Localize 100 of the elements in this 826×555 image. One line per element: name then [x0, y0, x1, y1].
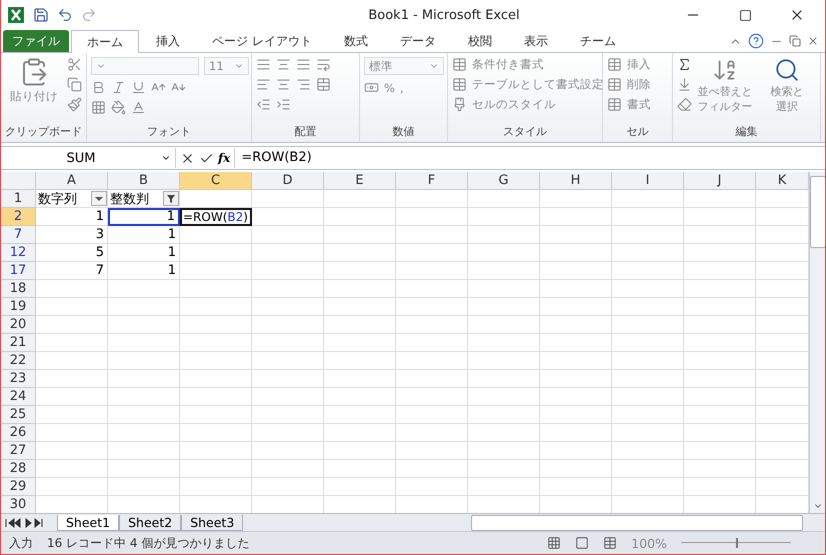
- align-middle-icon[interactable]: [276, 57, 291, 72]
- brush-icon[interactable]: [67, 97, 82, 112]
- ribbon-tab[interactable]: ホーム: [71, 30, 139, 53]
- empty-cell: [468, 244, 540, 262]
- row-header[interactable]: 2: [1, 208, 36, 226]
- empty-cell: [180, 334, 252, 352]
- sheet-tab[interactable]: Sheet3: [181, 514, 244, 530]
- maximize-icon[interactable]: [738, 8, 752, 22]
- table-icon[interactable]: [607, 57, 622, 72]
- name-box[interactable]: SUM: [1, 148, 176, 168]
- align-bottom-icon[interactable]: [296, 57, 311, 72]
- brush-icon[interactable]: [452, 97, 467, 112]
- column-header[interactable]: J: [684, 172, 756, 190]
- normal-view-icon[interactable]: [547, 536, 562, 550]
- row-header[interactable]: 25: [1, 406, 36, 424]
- eraser-icon[interactable]: [677, 97, 692, 112]
- row-header[interactable]: 7: [1, 226, 36, 244]
- column-header[interactable]: E: [324, 172, 396, 190]
- table-icon[interactable]: [607, 77, 622, 92]
- merge-icon[interactable]: [316, 77, 331, 92]
- scroll-thumb[interactable]: [810, 176, 825, 248]
- filter-button[interactable]: [91, 191, 107, 206]
- row-header[interactable]: 27: [1, 442, 36, 460]
- column-header[interactable]: F: [396, 172, 468, 190]
- search-icon[interactable]: [774, 57, 800, 83]
- border-icon[interactable]: [91, 100, 106, 115]
- vertical-scrollbar[interactable]: [809, 172, 825, 513]
- empty-cell: [324, 352, 396, 370]
- column-header[interactable]: B: [108, 172, 180, 190]
- empty-cell: [468, 406, 540, 424]
- help-icon[interactable]: [748, 33, 764, 49]
- empty-cell: [252, 388, 324, 406]
- row-header[interactable]: 18: [1, 280, 36, 298]
- ribbon-tab[interactable]: 校閲: [452, 30, 507, 52]
- close-icon[interactable]: [807, 35, 819, 47]
- align-right-icon[interactable]: [296, 77, 311, 92]
- ribbon-tab[interactable]: ファイル: [3, 30, 69, 52]
- align-top-icon[interactable]: [256, 57, 271, 72]
- row-header[interactable]: 22: [1, 352, 36, 370]
- ribbon-tab[interactable]: ページ レイアウト: [197, 30, 327, 52]
- align-center-icon[interactable]: [276, 77, 291, 92]
- row-header[interactable]: 30: [1, 496, 36, 514]
- empty-cell: [396, 208, 468, 226]
- formula-field[interactable]: =ROW(B2): [234, 148, 825, 168]
- horizontal-scrollbar[interactable]: [471, 514, 803, 530]
- empty-cell: [108, 352, 180, 370]
- column-header[interactable]: G: [468, 172, 540, 190]
- save-icon[interactable]: [33, 7, 49, 23]
- undo-icon[interactable]: [57, 7, 73, 23]
- row-header[interactable]: 19: [1, 298, 36, 316]
- table-icon[interactable]: [452, 77, 467, 92]
- column-header[interactable]: C: [180, 172, 252, 190]
- underline-icon[interactable]: [131, 80, 146, 95]
- empty-cell: [468, 190, 540, 208]
- sheet-tab[interactable]: Sheet2: [119, 514, 182, 530]
- fill-color-icon[interactable]: [111, 100, 126, 115]
- row-header[interactable]: 1: [1, 190, 36, 208]
- font-name-field[interactable]: [91, 57, 199, 75]
- page-layout-icon[interactable]: [575, 536, 590, 550]
- row-header[interactable]: 20: [1, 316, 36, 334]
- row-header[interactable]: 21: [1, 334, 36, 352]
- scissors-icon[interactable]: [67, 57, 82, 72]
- fill-down-icon[interactable]: [677, 77, 692, 92]
- italic-icon[interactable]: [111, 80, 126, 95]
- editing-cell[interactable]: =ROW(B2): [180, 208, 252, 226]
- row-header[interactable]: 26: [1, 424, 36, 442]
- filter-button[interactable]: [163, 191, 179, 206]
- row-header[interactable]: 12: [1, 244, 36, 262]
- table-icon[interactable]: [452, 57, 467, 72]
- indent-icon[interactable]: [276, 97, 291, 112]
- row-header[interactable]: 23: [1, 370, 36, 388]
- empty-cell: [468, 388, 540, 406]
- table-icon[interactable]: [607, 97, 622, 112]
- row-header[interactable]: 29: [1, 478, 36, 496]
- outdent-icon[interactable]: [256, 97, 271, 112]
- wrap-text-icon[interactable]: [316, 57, 331, 72]
- ribbon-tab[interactable]: 挿入: [141, 30, 195, 52]
- ribbon-tab[interactable]: データ: [384, 30, 451, 52]
- row-header[interactable]: 24: [1, 388, 36, 406]
- column-header[interactable]: K: [756, 172, 809, 190]
- ribbon-tab[interactable]: 数式: [328, 30, 383, 52]
- sheet-tab[interactable]: Sheet1: [57, 514, 120, 530]
- column-header[interactable]: D: [252, 172, 324, 190]
- ribbon-tab[interactable]: チーム: [564, 30, 631, 52]
- column-header[interactable]: H: [540, 172, 612, 190]
- empty-cell: [612, 388, 684, 406]
- row-header[interactable]: 28: [1, 460, 36, 478]
- page-break-icon[interactable]: [603, 536, 618, 550]
- ribbon-tab[interactable]: 表示: [508, 30, 563, 52]
- insert-function-button[interactable]: fx: [214, 151, 234, 165]
- align-left-icon[interactable]: [256, 77, 271, 92]
- restore-icon[interactable]: [789, 35, 801, 47]
- font-color-icon[interactable]: [131, 100, 146, 115]
- empty-cell: [540, 460, 612, 478]
- excel-logo-icon[interactable]: [7, 6, 25, 24]
- column-header[interactable]: I: [612, 172, 684, 190]
- column-header[interactable]: A: [36, 172, 108, 190]
- redo-icon[interactable]: [81, 7, 97, 23]
- copy-icon[interactable]: [67, 77, 82, 92]
- row-header[interactable]: 17: [1, 262, 36, 280]
